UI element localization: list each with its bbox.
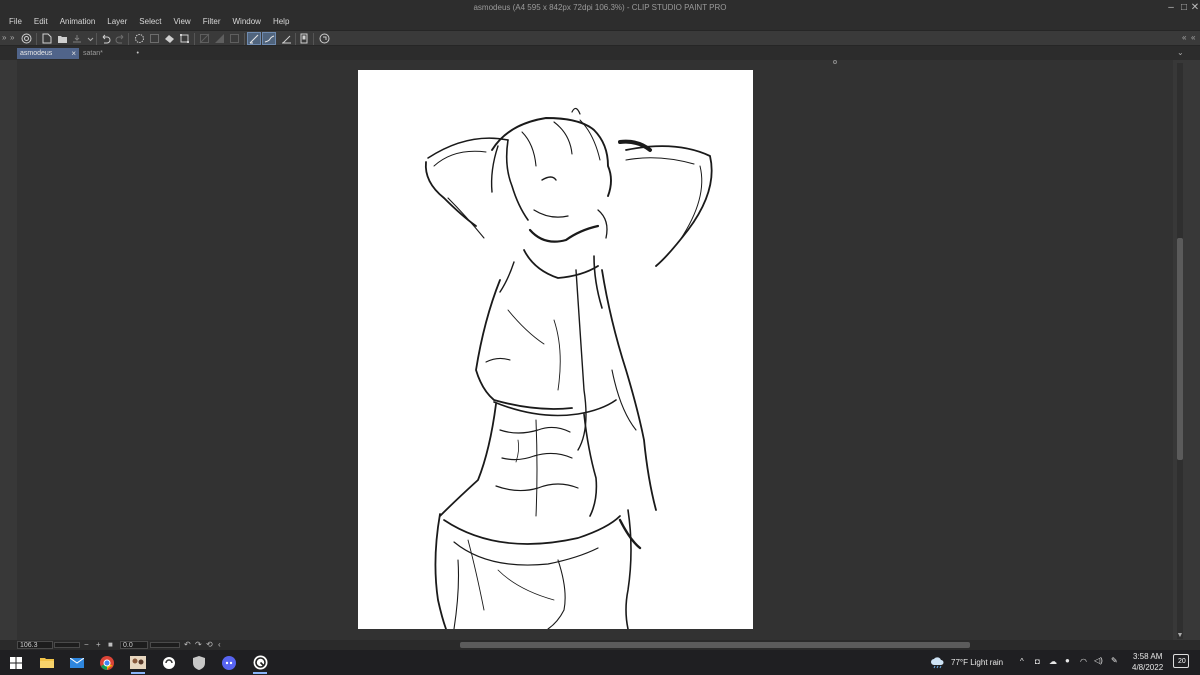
chevron-up-icon[interactable]: ^ xyxy=(1020,657,1024,666)
weather-text[interactable]: 77°F Light rain xyxy=(951,658,1003,667)
expand-left-icon[interactable]: » xyxy=(2,33,6,42)
expand-left-icon-2[interactable]: » xyxy=(10,33,14,42)
tab-label: asmodeus xyxy=(20,50,53,57)
fill-icon[interactable] xyxy=(162,32,176,45)
expand-right-icon-2[interactable]: « xyxy=(1191,33,1195,42)
discord-icon[interactable] xyxy=(219,653,239,672)
horizontal-scrollbar-thumb[interactable] xyxy=(460,642,970,648)
reset-rotation-icon[interactable]: ⟲ xyxy=(206,640,213,650)
zoom-slider[interactable] xyxy=(54,642,80,648)
menu-filter[interactable]: Filter xyxy=(203,15,221,29)
menu-bar: File Edit Animation Layer Select View Fi… xyxy=(0,15,292,29)
menu-view[interactable]: View xyxy=(174,15,191,29)
wifi-icon[interactable]: ◠ xyxy=(1080,657,1087,666)
notification-icon[interactable]: 20 xyxy=(1173,654,1189,668)
expand-right-icon[interactable]: « xyxy=(1182,33,1186,42)
file-explorer-icon[interactable] xyxy=(37,653,57,672)
rotation-center-icon xyxy=(833,60,837,64)
open-file-icon[interactable] xyxy=(55,32,69,45)
clock-time[interactable]: 3:58 AM xyxy=(1133,652,1162,661)
chrome-icon[interactable] xyxy=(97,653,117,672)
tab-label: satan* xyxy=(83,50,103,57)
notification-count: 20 xyxy=(1178,658,1186,665)
menu-layer[interactable]: Layer xyxy=(107,15,127,29)
photos-icon[interactable] xyxy=(128,653,148,674)
clip-studio-window: asmodeus (A4 595 x 842px 72dpi 106.3%) -… xyxy=(0,0,1200,675)
menu-edit[interactable]: Edit xyxy=(34,15,48,29)
unsaved-dot-icon[interactable]: • xyxy=(137,48,139,59)
menu-select[interactable]: Select xyxy=(139,15,161,29)
transform-icon[interactable] xyxy=(177,32,191,45)
toolbar-divider xyxy=(96,33,97,45)
selection-launcher-icon[interactable] xyxy=(227,32,241,45)
chevron-down-icon[interactable] xyxy=(83,32,97,45)
tab-satan[interactable]: satan* • xyxy=(80,48,142,59)
minimize-icon[interactable]: – xyxy=(1165,2,1177,13)
menu-animation[interactable]: Animation xyxy=(60,15,96,29)
menu-file[interactable]: File xyxy=(9,15,22,29)
snap-grid-icon[interactable] xyxy=(279,32,293,45)
command-bar: » » « « xyxy=(0,30,1200,46)
rain-cloud-icon[interactable] xyxy=(931,656,945,674)
hide-selection-icon[interactable] xyxy=(197,32,211,45)
clip-studio-icon[interactable] xyxy=(19,32,33,45)
menu-help[interactable]: Help xyxy=(273,15,289,29)
mail-icon[interactable] xyxy=(67,653,87,672)
close-tab-icon[interactable]: × xyxy=(71,48,76,59)
snap-special-ruler-icon[interactable] xyxy=(262,32,276,45)
rotate-right-icon[interactable]: ↷ xyxy=(195,640,202,650)
zoom-in-icon[interactable]: + xyxy=(96,640,101,650)
microphone-icon[interactable]: ● xyxy=(1065,656,1070,665)
vertical-scrollbar-thumb[interactable] xyxy=(1177,238,1183,460)
menu-window[interactable]: Window xyxy=(233,15,261,29)
rotate-left-icon[interactable]: ↶ xyxy=(184,640,191,650)
toolbar-divider xyxy=(36,33,37,45)
toolbar-divider xyxy=(128,33,129,45)
rotation-slider[interactable] xyxy=(150,642,180,648)
clock-date[interactable]: 4/8/2022 xyxy=(1132,663,1163,672)
toolbar-divider xyxy=(313,33,314,45)
clip-studio-paint-icon[interactable] xyxy=(250,653,270,674)
fit-icon[interactable]: ■ xyxy=(108,640,113,650)
zoom-field[interactable]: 106.3 xyxy=(17,641,53,649)
zoom-out-icon[interactable]: − xyxy=(84,640,89,650)
save-icon[interactable] xyxy=(70,32,84,45)
selection-mask-icon[interactable] xyxy=(212,32,226,45)
status-bar: 106.3 − + ■ 0.0 ↶ ↷ ⟲ ‹ xyxy=(0,640,1200,650)
window-title: asmodeus (A4 595 x 842px 72dpi 106.3%) -… xyxy=(473,3,727,12)
pen-icon[interactable]: ✎ xyxy=(1111,656,1118,665)
camera-icon[interactable]: ◘ xyxy=(1035,657,1040,666)
clear-outside-icon[interactable] xyxy=(147,32,161,45)
smartphone-icon[interactable] xyxy=(317,32,331,45)
volume-icon[interactable]: ◁) xyxy=(1094,656,1103,665)
start-icon[interactable] xyxy=(6,653,26,672)
clear-icon[interactable] xyxy=(132,32,146,45)
new-file-icon[interactable] xyxy=(40,32,54,45)
title-bar: asmodeus (A4 595 x 842px 72dpi 106.3%) -… xyxy=(0,0,1200,30)
close-icon[interactable]: ✕ xyxy=(1189,2,1200,13)
shield-icon[interactable] xyxy=(189,653,209,672)
document-tab-bar: asmodeus × satan* • ⌄ xyxy=(0,46,1200,60)
redo-icon[interactable] xyxy=(113,32,127,45)
scroll-down-icon[interactable]: ▼ xyxy=(1175,632,1185,640)
chevron-down-icon[interactable]: ⌄ xyxy=(1177,48,1184,57)
clip-studio-icon[interactable] xyxy=(159,653,179,672)
onedrive-icon[interactable]: ☁ xyxy=(1049,657,1057,666)
canvas-paper[interactable] xyxy=(358,70,753,629)
chevron-left-icon[interactable]: ‹ xyxy=(218,640,221,650)
rotation-field[interactable]: 0.0 xyxy=(120,641,148,649)
toolbar-divider xyxy=(244,33,245,45)
left-panel-strip xyxy=(0,60,17,640)
toolbar-divider xyxy=(194,33,195,45)
snap-ruler-icon[interactable] xyxy=(247,32,261,45)
undo-icon[interactable] xyxy=(98,32,112,45)
windows-taskbar: 77°F Light rain ^ ◘ ☁ ● ◠ ◁) ✎ 3:58 AM 4… xyxy=(0,650,1200,675)
sketch-drawing xyxy=(424,107,713,629)
toolbar-divider xyxy=(295,33,296,45)
tab-asmodeus[interactable]: asmodeus × xyxy=(17,48,79,59)
device-icon[interactable] xyxy=(297,32,311,45)
